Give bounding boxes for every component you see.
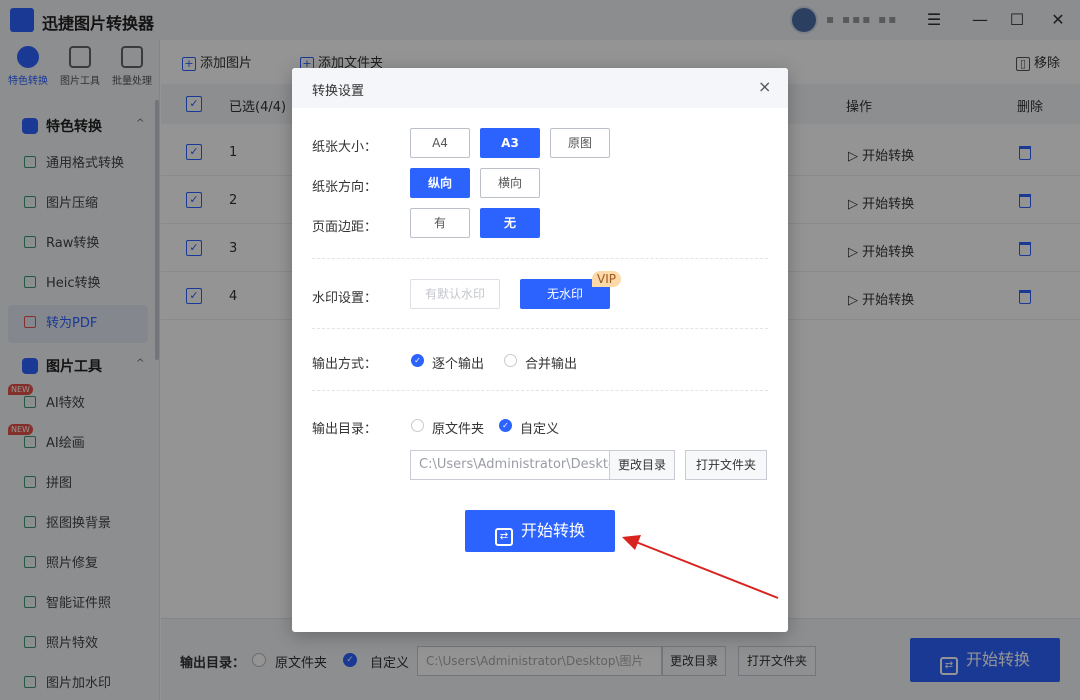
arrow-line (635, 541, 779, 599)
annotation-arrow (622, 535, 779, 599)
